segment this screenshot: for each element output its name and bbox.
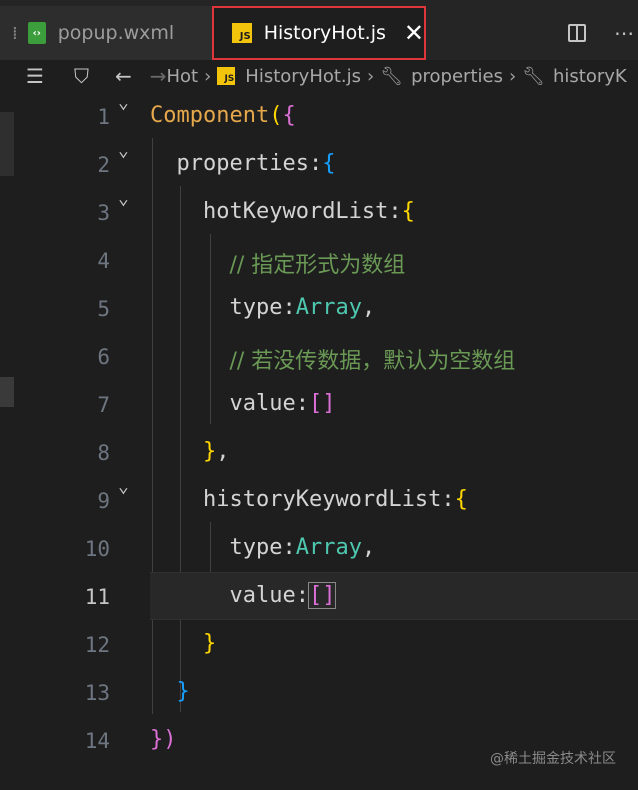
tab-actions: ⋯ bbox=[568, 6, 638, 60]
breadcrumb: ☰ ⛉ ← → Hot › JS HistoryHot.js › 🔧︎ prop… bbox=[0, 60, 638, 92]
code-text: // 指定形式为数组 bbox=[229, 253, 406, 278]
code-line: 9 ⌄ historyKeywordList:{ bbox=[0, 476, 638, 524]
code-text: value:[] bbox=[229, 582, 337, 609]
line-number: 11 bbox=[84, 585, 110, 609]
wrench-icon: 🔧︎ bbox=[522, 65, 546, 87]
breadcrumb-symbol[interactable]: historyK bbox=[553, 66, 627, 87]
line-number: 2 bbox=[97, 153, 110, 177]
code-line: 10 type:Array, bbox=[0, 524, 638, 572]
js-file-icon: JS bbox=[232, 23, 252, 43]
fold-chevron-icon[interactable]: ⌄ bbox=[118, 476, 138, 497]
fold-chevron-icon[interactable]: ⌄ bbox=[118, 140, 138, 161]
code-line-active: 11 value:[] bbox=[0, 572, 638, 620]
back-arrow-icon[interactable]: ← bbox=[115, 64, 132, 88]
line-number: 7 bbox=[97, 393, 110, 417]
tab-bar: ⁞ ‹› popup.wxml JS HistoryHot.js ✕ ⋯ bbox=[0, 6, 638, 60]
code-text: Component({ bbox=[150, 103, 296, 128]
code-line: 2 ⌄ properties:{ bbox=[0, 140, 638, 188]
tab-scroll-edge-icon: ⁞ bbox=[12, 22, 18, 44]
code-text: value:[] bbox=[229, 391, 336, 416]
split-editor-icon[interactable] bbox=[568, 24, 586, 42]
code-line: 4 // 指定形式为数组 bbox=[0, 236, 638, 284]
tab-label: HistoryHot.js bbox=[263, 22, 386, 44]
forward-arrow-icon[interactable]: → bbox=[150, 64, 167, 88]
tab-label: popup.wxml bbox=[57, 22, 175, 44]
chevron-right-icon: › bbox=[508, 65, 517, 87]
list-icon[interactable]: ☰ bbox=[26, 64, 44, 88]
line-number: 3 bbox=[97, 201, 110, 225]
line-number: 10 bbox=[84, 537, 110, 561]
code-line: 7 value:[] bbox=[0, 380, 638, 428]
code-text: properties:{ bbox=[176, 151, 336, 176]
breadcrumb-file[interactable]: HistoryHot.js bbox=[245, 66, 361, 87]
line-number: 14 bbox=[84, 729, 110, 753]
code-text: type:Array, bbox=[229, 295, 376, 320]
code-text: historyKeywordList:{ bbox=[202, 487, 468, 512]
tab-popup-wxml[interactable]: ⁞ ‹› popup.wxml bbox=[0, 6, 212, 60]
fold-chevron-icon[interactable]: ⌄ bbox=[118, 188, 138, 209]
bookmark-icon[interactable]: ⛉ bbox=[74, 64, 89, 88]
code-editor[interactable]: 1 ⌄ Component({ 2 ⌄ properties:{ 3 ⌄ hot… bbox=[0, 92, 638, 790]
line-number: 8 bbox=[97, 441, 110, 465]
code-line: 3 ⌄ hotKeywordList:{ bbox=[0, 188, 638, 236]
code-text: // 若没传数据，默认为空数组 bbox=[229, 349, 516, 374]
line-number: 12 bbox=[84, 633, 110, 657]
close-icon[interactable]: ✕ bbox=[404, 21, 424, 45]
code-line: 12 } bbox=[0, 620, 638, 668]
line-number: 1 bbox=[97, 105, 110, 129]
tab-historyhot-js[interactable]: JS HistoryHot.js ✕ bbox=[212, 6, 426, 60]
breadcrumb-folder[interactable]: Hot bbox=[166, 66, 198, 87]
code-line: 13 } bbox=[0, 668, 638, 716]
wrench-icon: 🔧︎ bbox=[380, 65, 404, 87]
code-text: type:Array, bbox=[229, 535, 376, 560]
code-line: 6 // 若没传数据，默认为空数组 bbox=[0, 332, 638, 380]
fold-chevron-icon[interactable]: ⌄ bbox=[118, 92, 138, 113]
wxml-file-icon: ‹› bbox=[27, 22, 46, 44]
code-line: 8 }, bbox=[0, 428, 638, 476]
more-icon[interactable]: ⋯ bbox=[614, 21, 634, 45]
watermark: @稀土掘金技术社区 bbox=[490, 751, 616, 767]
code-line: 5 type:Array, bbox=[0, 284, 638, 332]
line-number: 4 bbox=[97, 249, 110, 273]
code-text: } bbox=[202, 631, 217, 656]
code-line: 1 ⌄ Component({ bbox=[0, 92, 638, 140]
line-number: 6 bbox=[97, 345, 110, 369]
line-number: 13 bbox=[84, 681, 110, 705]
line-number: 5 bbox=[97, 297, 110, 321]
code-text: }, bbox=[202, 439, 230, 464]
code-text: hotKeywordList:{ bbox=[202, 199, 415, 224]
chevron-right-icon: › bbox=[367, 65, 375, 87]
code-text: }) bbox=[150, 727, 177, 752]
chevron-right-icon: › bbox=[204, 65, 212, 87]
js-file-icon: JS bbox=[217, 67, 236, 85]
code-text: } bbox=[176, 679, 190, 704]
line-number: 9 bbox=[97, 489, 110, 513]
breadcrumb-symbol[interactable]: properties bbox=[411, 66, 503, 87]
